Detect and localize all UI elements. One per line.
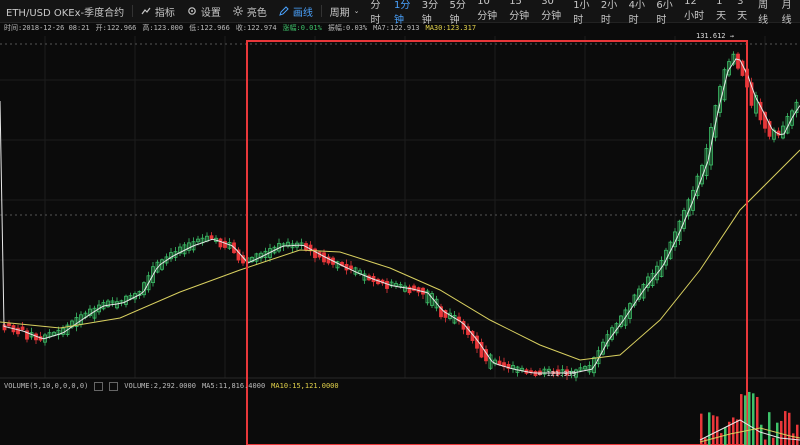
candle [7, 323, 11, 327]
candle [2, 324, 7, 331]
volume-info-bar: VOLUME(5,10,0,0,0,0) VOLUME:2,292.0000 M… [0, 380, 800, 392]
volume-bar [720, 433, 723, 445]
low-price-label: ← 121.939 [538, 370, 576, 378]
high-price-label: 131.612 → [696, 32, 734, 40]
volume-bar [772, 437, 775, 445]
volume-bar [764, 439, 767, 445]
ma7-line [0, 58, 800, 374]
volume-params: VOLUME(5,10,0,0,0,0) [4, 382, 89, 390]
volume-bar [784, 411, 787, 445]
volume-value: VOLUME:2,292.0000 [124, 382, 196, 390]
candle [16, 327, 20, 335]
volume-ma5: MA5:11,816.4000 [201, 382, 266, 390]
candle [209, 235, 214, 239]
volume-bar [724, 427, 727, 445]
ma30-line [0, 149, 800, 361]
candle [385, 280, 389, 289]
volume-bar [788, 412, 791, 445]
high-price-value: 131.612 [696, 32, 726, 40]
volume-bar [740, 394, 743, 445]
volume-bar [704, 437, 707, 445]
volume-bar [752, 393, 755, 445]
candle [736, 53, 740, 69]
volume-bar [712, 415, 715, 445]
candle [218, 238, 223, 248]
volume-bar [732, 417, 735, 445]
candle [349, 265, 353, 270]
checkbox-icon[interactable] [94, 381, 104, 391]
volume-bar [744, 395, 747, 445]
volume-bar [748, 391, 751, 445]
volume-bar [776, 422, 779, 445]
checkbox-icon[interactable] [109, 381, 119, 391]
volume-bar [756, 396, 759, 445]
candle [533, 371, 538, 376]
volume-bar [768, 412, 771, 445]
low-price-value: 121.939 [546, 370, 576, 378]
price-chart[interactable] [0, 0, 800, 445]
candle [20, 326, 25, 330]
volume-bar [796, 424, 799, 445]
volume-ma10: MA10:15,121.0000 [271, 382, 339, 390]
